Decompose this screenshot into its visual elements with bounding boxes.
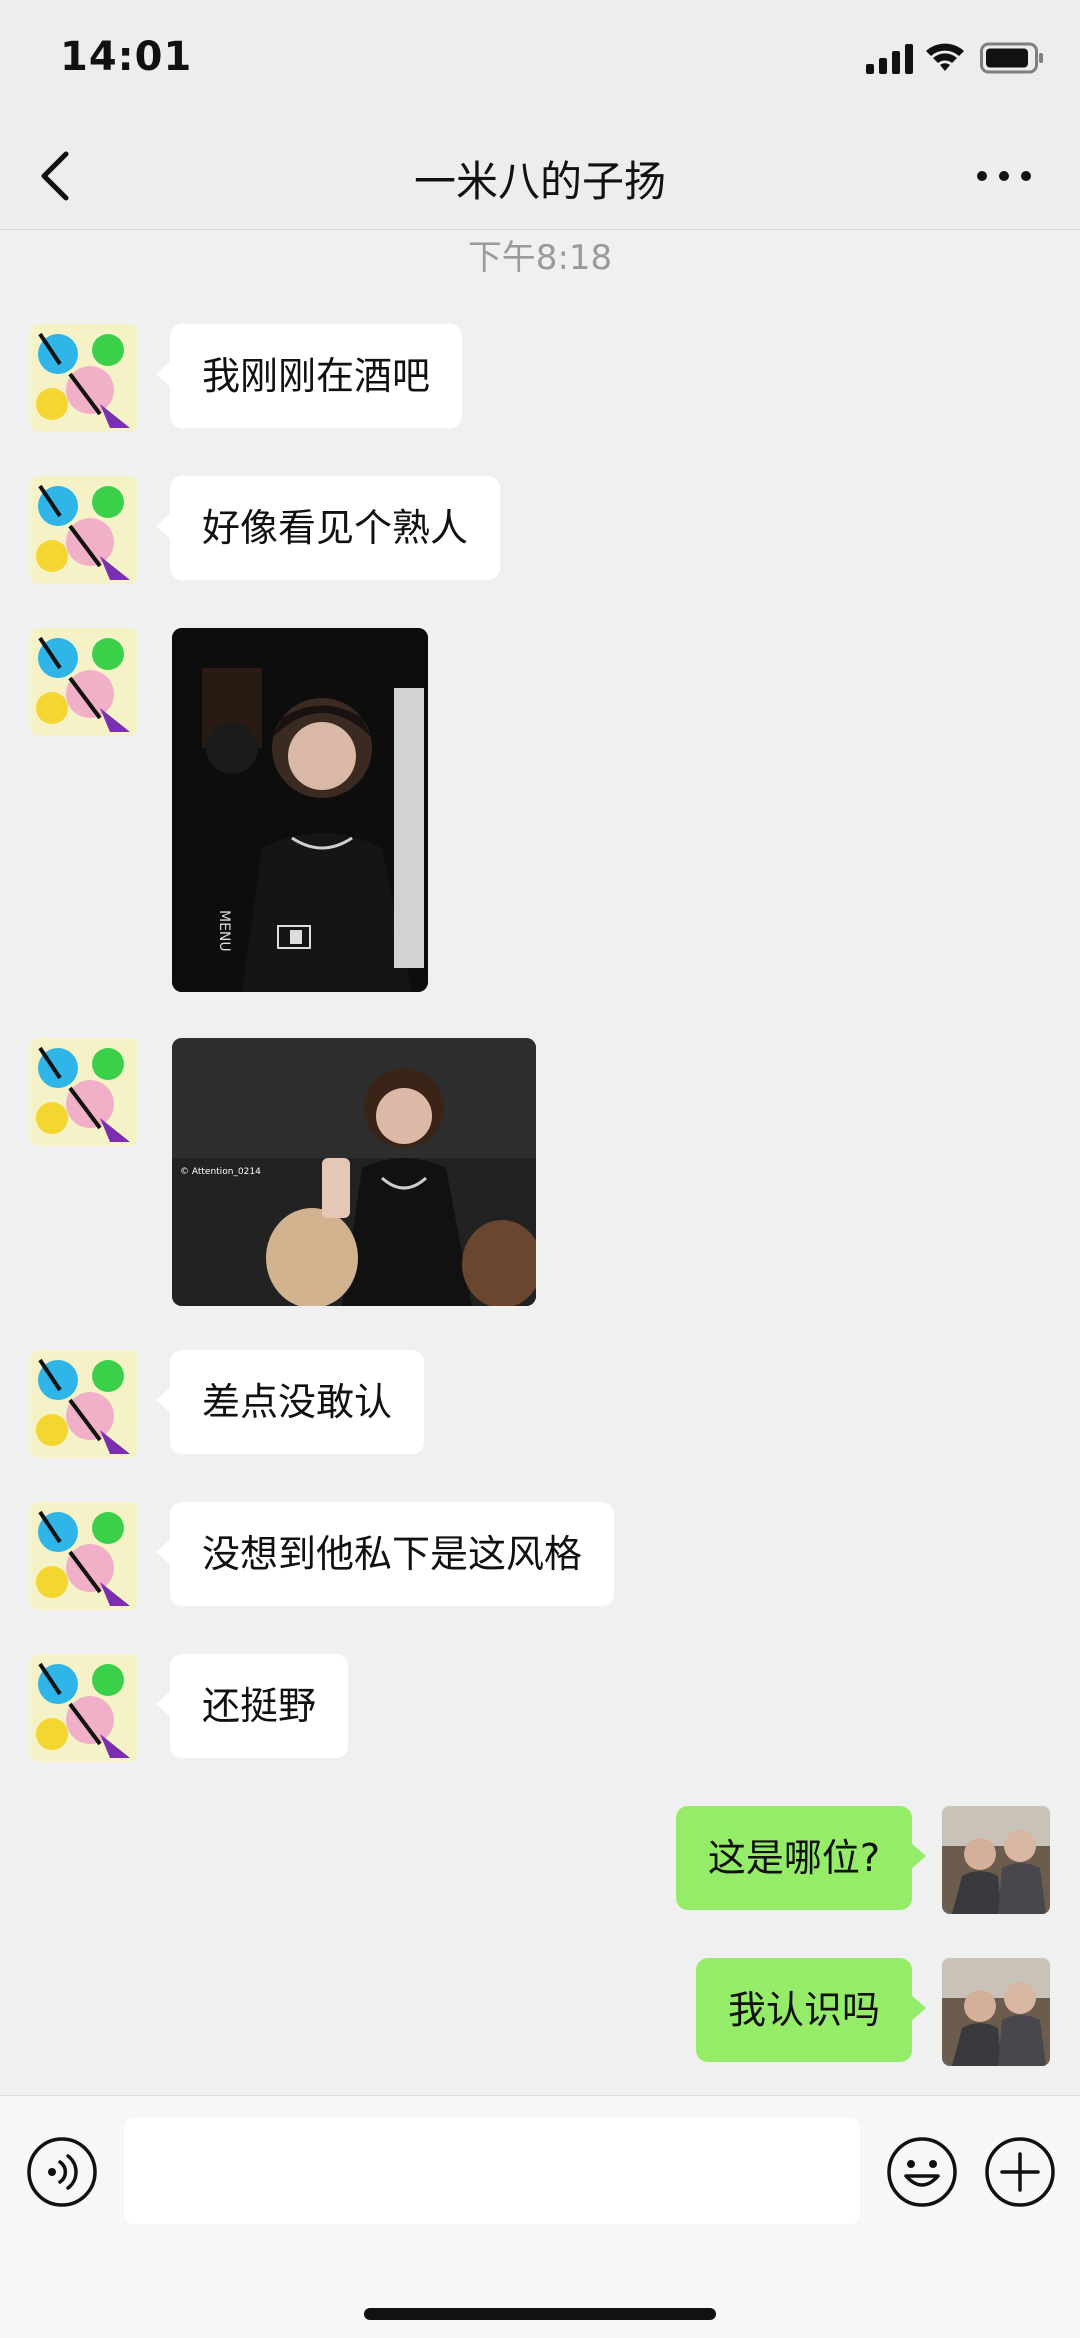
message-image[interactable]: © Attention_0214 [172,1038,536,1306]
message-bubble-incoming[interactable]: 没想到他私下是这风格 [155,1502,615,1606]
chat-header: 一米八的子扬 [0,120,1080,230]
contact-avatar[interactable] [30,1350,138,1458]
message-bubble-outgoing[interactable]: 这是哪位? [675,1806,927,1910]
chat-title: 一米八的子扬 [413,157,666,206]
home-indicator [364,2308,716,2320]
emoji-icon[interactable] [886,2136,958,2208]
message-bubble-outgoing[interactable]: 我认识吗 [695,1958,927,2062]
battery-icon [980,42,1043,74]
wifi-icon [926,43,964,71]
more-icon[interactable] [974,166,1034,186]
input-bar [0,2095,1080,2338]
signal-icon [866,44,913,74]
contact-avatar[interactable] [30,1038,138,1146]
image-text: MENU [216,910,232,952]
contact-avatar[interactable] [30,324,138,432]
plus-icon[interactable] [984,2136,1056,2208]
image-watermark: © Attention_0214 [180,1167,261,1177]
contact-avatar[interactable] [30,628,138,736]
message-bubble-incoming[interactable]: 差点没敢认 [155,1350,425,1454]
message-bubble-incoming[interactable]: 还挺野 [155,1654,349,1758]
message-timestamp: 下午8:18 [467,238,613,278]
my-avatar[interactable] [942,1958,1050,2066]
voice-icon[interactable] [26,2136,98,2208]
contact-avatar[interactable] [30,1502,138,1610]
contact-avatar[interactable] [30,476,138,584]
message-list[interactable]: 下午8:18 我刚刚在酒吧 好像看见个熟人 MENU © Attention_0… [0,230,1080,2095]
message-input[interactable] [124,2118,860,2224]
message-bubble-incoming[interactable]: 我刚刚在酒吧 [155,324,463,428]
status-bar: 14:01 [0,0,1080,120]
message-bubble-incoming[interactable]: 好像看见个熟人 [155,476,501,580]
my-avatar[interactable] [942,1806,1050,1914]
contact-avatar[interactable] [30,1654,138,1762]
message-image[interactable]: MENU [172,628,428,992]
status-time: 14:01 [60,34,193,80]
